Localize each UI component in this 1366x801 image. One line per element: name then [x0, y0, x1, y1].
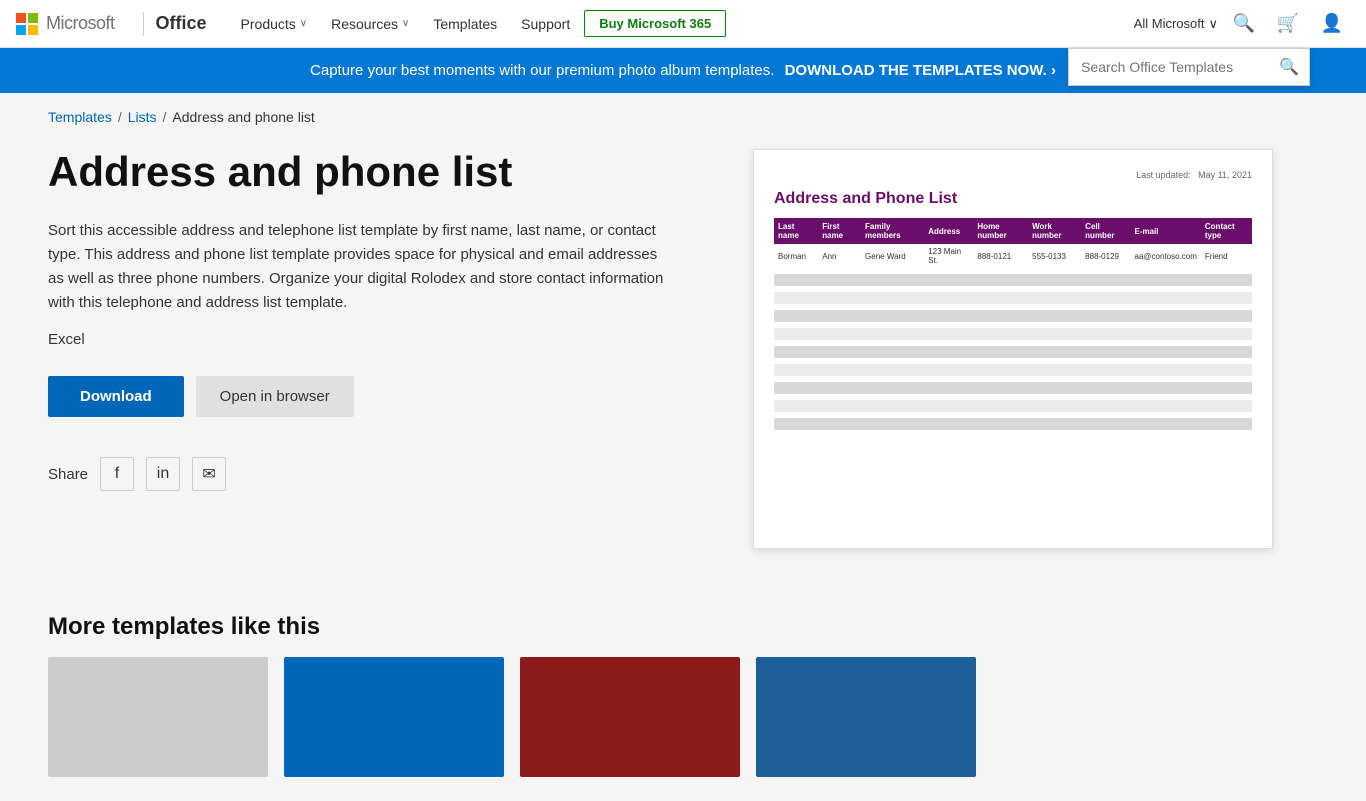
ms-logo-icon — [16, 13, 38, 35]
preview-row — [774, 400, 1252, 412]
breadcrumb-current: Address and phone list — [172, 109, 314, 125]
preview-row — [774, 418, 1252, 430]
facebook-share-button[interactable]: f — [100, 457, 134, 491]
preview-row — [774, 382, 1252, 394]
detail-section: Address and phone list Sort this accessi… — [0, 133, 1366, 589]
download-button[interactable]: Download — [48, 376, 184, 417]
table-row: Borman Ann Gene Ward 123 Main St. 888-01… — [774, 244, 1252, 268]
nav-divider — [143, 12, 144, 36]
preview-row — [774, 364, 1252, 376]
col-family: Family members — [861, 218, 924, 244]
preview-row — [774, 274, 1252, 286]
preview-placeholder-rows — [774, 274, 1252, 430]
facebook-icon: f — [115, 465, 119, 483]
template-preview: Last updated: May 11, 2021 Address and P… — [753, 149, 1273, 549]
more-card-2[interactable] — [284, 657, 504, 777]
preview-title: Address and Phone List — [774, 190, 1252, 208]
breadcrumb: Templates / Lists / Address and phone li… — [0, 93, 1366, 133]
detail-left: Address and phone list Sort this accessi… — [48, 149, 668, 549]
detail-description: Sort this accessible address and telepho… — [48, 219, 668, 315]
preview-row — [774, 328, 1252, 340]
search-submit-button[interactable]: 🔍 — [1269, 49, 1309, 85]
share-row: Share f in ✉ — [48, 457, 668, 491]
preview-meta-date: May 11, 2021 — [1198, 170, 1252, 180]
breadcrumb-templates[interactable]: Templates — [48, 109, 112, 125]
preview-row — [774, 292, 1252, 304]
email-share-button[interactable]: ✉ — [192, 457, 226, 491]
page-title: Address and phone list — [48, 149, 668, 195]
nav-bar: Microsoft Office Products ∨ Resources ∨ … — [0, 0, 1366, 48]
banner-cta[interactable]: DOWNLOAD THE TEMPLATES NOW. › — [785, 62, 1056, 79]
breadcrumb-sep: / — [118, 109, 122, 125]
breadcrumb-lists[interactable]: Lists — [128, 109, 157, 125]
more-section-title: More templates like this — [48, 613, 1318, 641]
more-cards — [48, 657, 1318, 777]
col-first-name: First name — [818, 218, 861, 244]
action-buttons: Download Open in browser — [48, 376, 668, 417]
preview-table: Last name First name Family members Addr… — [774, 218, 1252, 268]
nav-products[interactable]: Products ∨ — [231, 12, 318, 36]
office-label[interactable]: Office — [156, 13, 207, 34]
more-card-1[interactable] — [48, 657, 268, 777]
search-button[interactable]: 🔍 — [1226, 6, 1262, 42]
logo-text: Microsoft — [46, 13, 115, 34]
page-content: Templates / Lists / Address and phone li… — [0, 93, 1366, 801]
search-icon: 🔍 — [1279, 59, 1299, 76]
col-email: E-mail — [1131, 218, 1201, 244]
chevron-down-icon: ∨ — [1208, 16, 1218, 32]
all-microsoft-dropdown[interactable]: All Microsoft ∨ — [1134, 16, 1218, 32]
open-in-browser-button[interactable]: Open in browser — [196, 376, 354, 417]
chevron-down-icon: ∨ — [300, 18, 307, 29]
col-contact-type: Contact type — [1201, 218, 1252, 244]
search-icon: 🔍 — [1233, 13, 1255, 34]
search-dropdown: 🔍 — [1068, 48, 1310, 86]
preview-meta: Last updated: May 11, 2021 — [774, 170, 1252, 180]
preview-table-header-row: Last name First name Family members Addr… — [774, 218, 1252, 244]
banner-text: Capture your best moments with our premi… — [310, 62, 774, 79]
more-section: More templates like this — [0, 589, 1366, 801]
account-icon: 👤 — [1321, 13, 1343, 34]
logo[interactable]: Microsoft — [16, 13, 115, 35]
preview-row — [774, 310, 1252, 322]
nav-resources[interactable]: Resources ∨ — [321, 12, 419, 36]
cart-button[interactable]: 🛒 — [1270, 6, 1306, 42]
detail-type: Excel — [48, 331, 668, 348]
account-button[interactable]: 👤 — [1314, 6, 1350, 42]
detail-right: Last updated: May 11, 2021 Address and P… — [708, 149, 1318, 549]
nav-links: Products ∨ Resources ∨ Templates Support… — [231, 10, 1118, 37]
more-card-4[interactable] — [756, 657, 976, 777]
breadcrumb-sep: / — [163, 109, 167, 125]
linkedin-share-button[interactable]: in — [146, 457, 180, 491]
nav-templates[interactable]: Templates — [423, 12, 507, 36]
search-input[interactable] — [1069, 51, 1269, 83]
preview-row — [774, 346, 1252, 358]
nav-right: All Microsoft ∨ 🔍 🛒 👤 — [1134, 6, 1350, 42]
col-home: Home number — [973, 218, 1028, 244]
col-work: Work number — [1028, 218, 1081, 244]
more-card-3[interactable] — [520, 657, 740, 777]
buy-button[interactable]: Buy Microsoft 365 — [584, 10, 726, 37]
chevron-down-icon: ∨ — [402, 18, 409, 29]
share-label: Share — [48, 466, 88, 483]
col-cell: Cell number — [1081, 218, 1130, 244]
col-last-name: Last name — [774, 218, 818, 244]
cart-icon: 🛒 — [1277, 13, 1299, 34]
preview-meta-label: Last updated: — [1136, 170, 1191, 180]
nav-support[interactable]: Support — [511, 12, 580, 36]
col-address: Address — [924, 218, 973, 244]
linkedin-icon: in — [157, 465, 169, 483]
email-icon: ✉ — [202, 464, 215, 484]
